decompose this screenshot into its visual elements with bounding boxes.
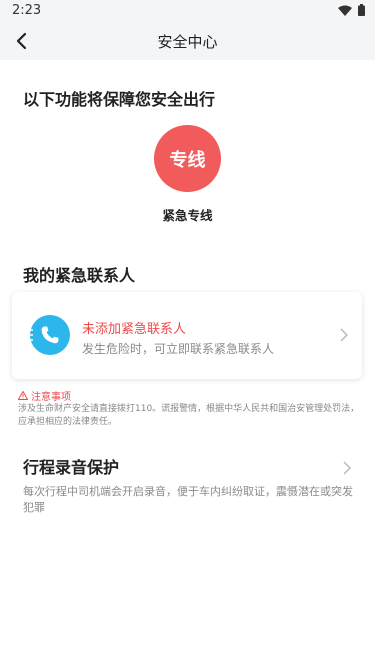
recording-description: 每次行程中司机端会开启录音，便于车内纠纷取证，震慑潜在或突发犯罪 [23, 485, 353, 514]
page-title: 安全中心 [157, 33, 218, 51]
recording-protection-row[interactable]: 行程录音保护 [0, 452, 375, 480]
notice-title: 注意事项 [31, 392, 71, 403]
status-icons [338, 4, 365, 16]
safety-section-title: 以下功能将保障您安全出行 [23, 90, 216, 109]
warning-icon [18, 391, 28, 400]
chevron-right-icon [340, 328, 349, 342]
wifi-icon [338, 5, 352, 16]
phone-icon [27, 315, 70, 355]
contacts-section-title: 我的紧急联系人 [23, 266, 136, 285]
hotline-button-label: 专线 [169, 149, 206, 171]
hotline-button[interactable]: 专线 [154, 125, 221, 192]
contact-card-subtitle: 发生危险时，可立即联系紧急联系人 [82, 342, 275, 356]
contact-card-title: 未添加紧急联系人 [82, 322, 187, 337]
chevron-right-icon [343, 461, 352, 475]
status-bar: 2:23 [0, 0, 375, 22]
emergency-contact-card[interactable]: 未添加紧急联系人 发生危险时，可立即联系紧急联系人 [12, 292, 362, 379]
nav-bar: 安全中心 [0, 22, 375, 60]
status-time: 2:23 [12, 3, 42, 18]
notice-heading: 注意事项 [18, 388, 71, 403]
recording-title: 行程录音保护 [23, 458, 120, 477]
hotline-caption: 紧急专线 [162, 208, 213, 223]
notice-body: 涉及生命财产安全请直接拨打110。谎报警情，根据中华人民共和国治安管理处罚法，应… [18, 404, 360, 427]
battery-icon [358, 4, 365, 16]
